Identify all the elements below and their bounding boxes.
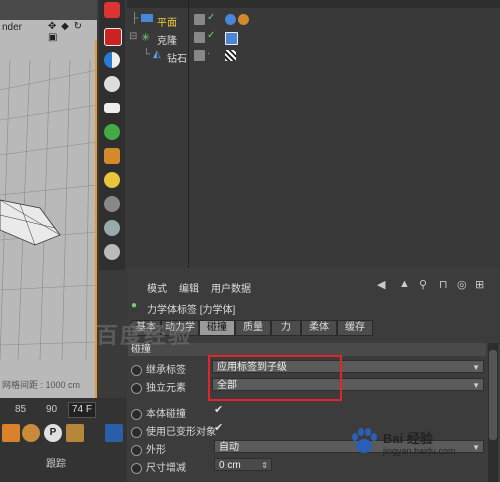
cube-icon[interactable]	[104, 148, 120, 164]
render-icon[interactable]	[104, 2, 120, 18]
cursor-icon[interactable]: ▲	[399, 278, 410, 290]
target-icon[interactable]: ◎	[457, 278, 467, 291]
property-shape: 外形	[131, 441, 166, 456]
enable-check-icon[interactable]: ✓	[207, 30, 215, 41]
animation-radio[interactable]	[131, 382, 142, 394]
property-inherit-tag: 继承标签	[131, 361, 186, 376]
highlight-box	[208, 355, 342, 401]
dynamics-tag-icon[interactable]	[225, 14, 236, 25]
timeline-label: 跟踪	[46, 459, 66, 470]
menu-user-data[interactable]: 用户数据	[211, 280, 251, 295]
self-collision-checkbox[interactable]: ✔	[214, 403, 223, 416]
attribute-title: 力学体标签 [力学体]	[147, 305, 236, 316]
object-name: 克隆	[157, 36, 177, 47]
scrollbar-thumb[interactable]	[489, 350, 497, 440]
viewport-toolbar	[0, 0, 97, 20]
use-deformed-checkbox[interactable]: ✔	[214, 421, 223, 434]
animation-radio[interactable]	[131, 444, 142, 456]
object-row[interactable]: ├ 平面	[127, 12, 500, 29]
baidu-logo-text: Bai 经验	[383, 431, 433, 446]
animation-radio[interactable]	[131, 462, 142, 474]
sphere-icon[interactable]	[104, 196, 120, 212]
baidu-url: jingyan.baidu.com	[383, 446, 456, 456]
layer-icon[interactable]	[194, 14, 205, 25]
chevron-down-icon: ▼	[472, 363, 480, 372]
cloner-icon: ✳	[141, 32, 151, 44]
watermark-text: 百度经验	[96, 323, 193, 348]
object-name: 平面	[157, 18, 177, 29]
back-arrow-icon[interactable]: ◀	[377, 278, 385, 291]
grid-icon[interactable]	[66, 424, 84, 442]
tab-mass[interactable]: 质量	[235, 320, 271, 336]
object-row[interactable]: ⊟ ✳ 克隆	[127, 30, 500, 47]
tab-collision[interactable]: 碰撞	[199, 320, 235, 336]
diamond-object-icon: ◭	[153, 49, 161, 60]
chevron-down-icon: ▼	[472, 381, 480, 390]
plane-object-icon	[141, 14, 153, 22]
viewport-grid	[0, 59, 97, 360]
dynamics-tag-icon[interactable]	[225, 32, 238, 45]
animation-radio[interactable]	[131, 426, 142, 438]
property-use-deformed-object: 使用已变形对象	[131, 423, 216, 438]
frame-field[interactable]: 74 F	[68, 402, 97, 418]
timeline-panel: 85 90 74 F P 跟踪	[0, 398, 127, 482]
light-icon[interactable]	[104, 172, 120, 188]
property-self-collision: 本体碰撞	[131, 405, 186, 420]
target-icon[interactable]	[104, 76, 120, 92]
attribute-menubar: 模式 编辑 用户数据 ◀ ▲ ⚲ ⊓ ◎ ⊞	[127, 276, 500, 295]
timeline-tick: 90	[46, 404, 58, 415]
animation-radio[interactable]	[131, 408, 142, 420]
column-divider	[188, 0, 189, 268]
environment-icon[interactable]	[104, 244, 120, 260]
diamond-mesh	[0, 199, 61, 246]
stop-icon[interactable]	[105, 424, 123, 442]
keyframe-icon[interactable]	[2, 424, 20, 442]
gear-icon[interactable]	[104, 124, 120, 140]
material-tag-icon[interactable]	[238, 14, 249, 25]
object-name: 钻石	[167, 54, 187, 65]
lock-icon[interactable]: ⊓	[439, 278, 448, 291]
plane-icon[interactable]	[104, 103, 120, 113]
layer-icon[interactable]	[194, 50, 205, 61]
viewport-nav-icons[interactable]: ✥ ◆ ↻ ▣	[48, 21, 97, 43]
chevron-down-icon: ▼	[472, 443, 480, 452]
search-icon[interactable]: ⚲	[419, 278, 427, 291]
enable-check-icon[interactable]: ✓	[207, 12, 215, 23]
expand-icon[interactable]: ⊞	[475, 278, 484, 291]
size-increment-field[interactable]: 0 cm ⇕	[214, 458, 272, 471]
enable-check-icon[interactable]: ·	[207, 48, 210, 59]
menu-edit[interactable]: 编辑	[179, 280, 199, 295]
menu-mode[interactable]: 模式	[147, 280, 167, 295]
position-icon[interactable]: P	[44, 424, 62, 442]
baidu-paw-icon	[352, 428, 377, 453]
object-manager-menubar	[127, 0, 500, 8]
record-icon[interactable]	[22, 424, 40, 442]
layer-icon[interactable]	[194, 32, 205, 43]
property-size-increment: 尺寸增减	[131, 459, 186, 474]
property-individual-elements: 独立元素	[131, 379, 186, 394]
stepper-icon: ⇕	[261, 461, 268, 470]
half-sphere-icon[interactable]	[104, 52, 120, 68]
object-row[interactable]: └ ◭ 钻石	[127, 48, 500, 65]
checker-tag-icon[interactable]	[225, 50, 236, 61]
timeline-tick: 85	[15, 404, 27, 415]
record-toggle-icon[interactable]	[104, 28, 122, 46]
3d-viewport[interactable]: nder ✥ ◆ ↻ ▣ 网格间距 : 1000 cm	[0, 0, 97, 400]
vertical-toolbar	[99, 0, 125, 270]
tab-force[interactable]: 力	[271, 320, 301, 336]
viewport-title: nder	[2, 22, 23, 33]
material-icon[interactable]	[104, 220, 120, 236]
grid-spacing-info: 网格间距 : 1000 cm	[2, 380, 81, 390]
dynamics-tag-icon: ●	[131, 300, 138, 311]
tab-cache[interactable]: 缓存	[337, 320, 373, 336]
animation-radio[interactable]	[131, 364, 142, 376]
object-manager: ├ 平面 ⊟ ✳ 克隆 └ ◭ 钻石	[127, 0, 500, 268]
tab-soft-body[interactable]: 柔体	[301, 320, 337, 336]
